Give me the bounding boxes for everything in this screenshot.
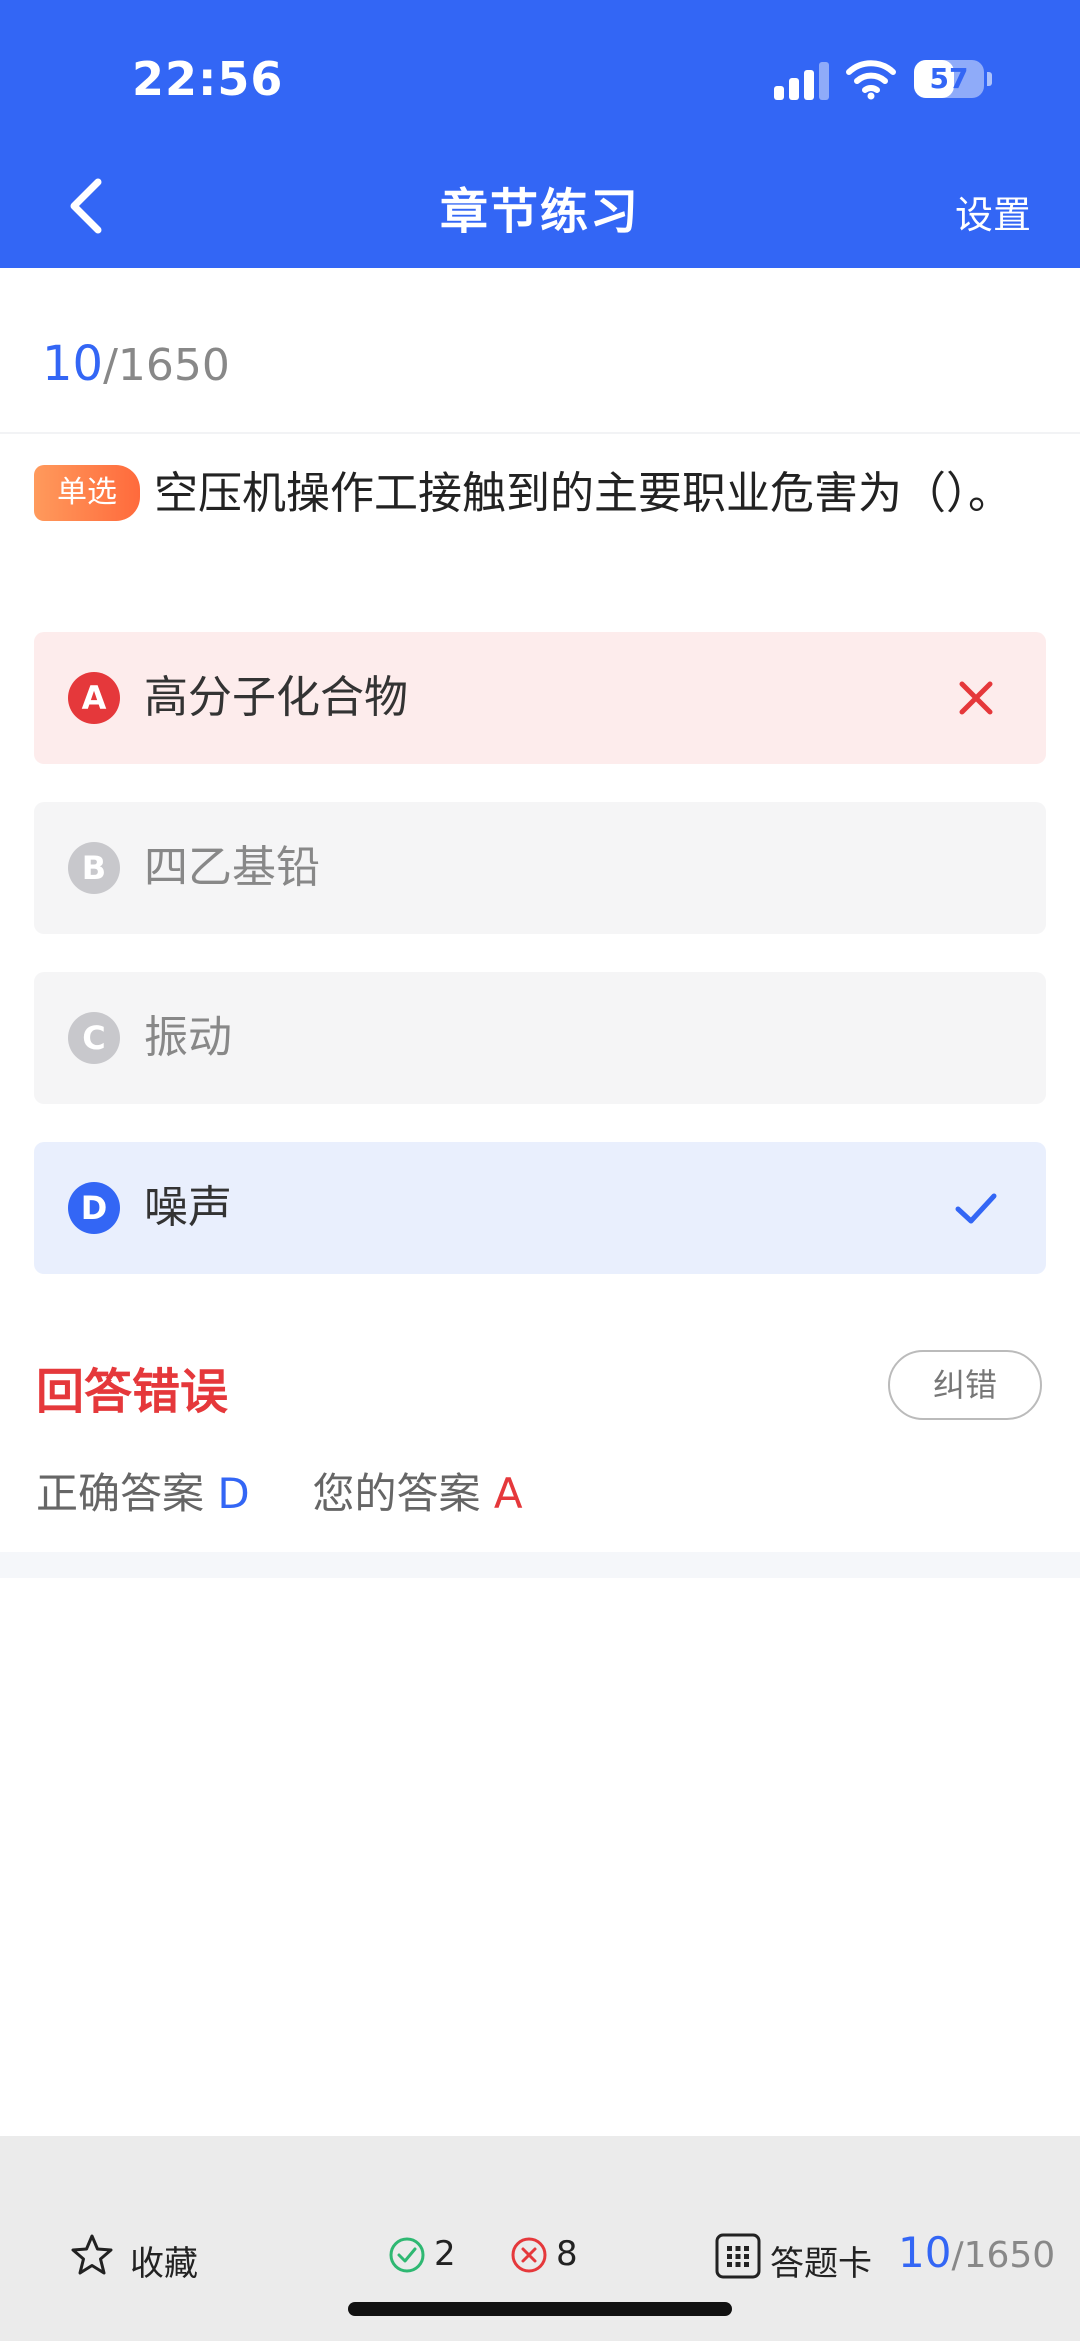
option-label: 振动 — [144, 1012, 232, 1063]
report-error-button[interactable]: 纠错 — [888, 1350, 1042, 1420]
bottom-counter: 10/1650 — [898, 2228, 1055, 2277]
your-answer-value: A — [493, 1469, 523, 1518]
settings-button[interactable]: 设置 — [955, 184, 1031, 239]
cross-circle-icon — [511, 2237, 547, 2273]
battery-icon: 57 — [914, 60, 984, 98]
option-letter: D — [68, 1182, 120, 1234]
answer-card-label: 答题卡 — [770, 2244, 872, 2284]
page-title: 章节练习 — [439, 184, 640, 240]
option-label: 四乙基铅 — [144, 842, 320, 893]
answer-summary: 正确答案 D 您的答案 A — [36, 1460, 523, 1521]
bottom-counter-total: /1650 — [951, 2235, 1056, 2276]
grid-icon — [715, 2233, 761, 2279]
question-type-badge: 单选 — [34, 465, 140, 521]
favorite-label: 收藏 — [130, 2244, 198, 2284]
option-label: 高分子化合物 — [144, 672, 408, 723]
cross-icon — [959, 681, 993, 715]
result-title: 回答错误 — [36, 1364, 229, 1420]
check-icon — [955, 1193, 997, 1224]
section-divider — [0, 1552, 1080, 1578]
counter-current: 10 — [42, 336, 104, 392]
option-letter: C — [68, 1012, 120, 1064]
bottom-counter-current: 10 — [898, 2228, 952, 2277]
app-header: 22:56 57 章节练习 设置 — [0, 0, 1080, 268]
option-label: 噪声 — [144, 1182, 232, 1233]
wrong-count-value: 8 — [556, 2234, 578, 2274]
option-b[interactable]: B 四乙基铅 — [34, 802, 1046, 934]
your-answer-label: 您的答案 — [312, 1469, 481, 1518]
battery-level: 57 — [929, 62, 969, 95]
correct-answer-label: 正确答案 — [36, 1469, 205, 1518]
cellular-signal-icon — [774, 62, 830, 100]
check-circle-icon — [389, 2237, 425, 2273]
option-d[interactable]: D 噪声 — [34, 1142, 1046, 1274]
status-time: 22:56 — [132, 52, 284, 106]
option-letter: B — [68, 842, 120, 894]
option-letter: A — [68, 672, 120, 724]
wifi-icon — [846, 60, 896, 100]
option-a[interactable]: A 高分子化合物 — [34, 632, 1046, 764]
option-c[interactable]: C 振动 — [34, 972, 1046, 1104]
correct-count-value: 2 — [434, 2234, 456, 2274]
correct-answer-value: D — [217, 1469, 250, 1518]
star-icon — [71, 2234, 113, 2275]
battery-cap — [987, 72, 992, 86]
home-indicator — [348, 2302, 732, 2316]
question-text: 空压机操作工接触到的主要职业危害为（）。 — [154, 468, 1012, 519]
divider — [0, 432, 1080, 434]
question-counter: 10/1650 — [42, 336, 230, 392]
counter-total: /1650 — [103, 340, 230, 391]
